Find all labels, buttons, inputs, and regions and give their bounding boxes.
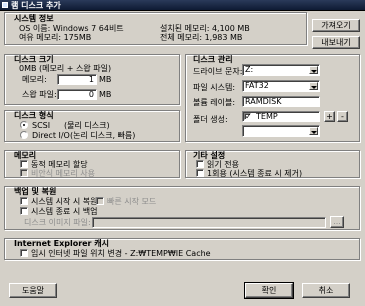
add-folder-button[interactable]: + [324, 111, 335, 122]
backup-on-shutdown-label[interactable]: 시스템 종료 시 백업 [31, 207, 98, 216]
disk-format-title: 디스크 형식 [14, 111, 54, 120]
minus-icon: - [341, 111, 344, 121]
memory-size-label: 메모리: [22, 75, 47, 84]
direct-io-description: (논리 디스크, 빠름) [70, 131, 136, 140]
dynamic-memory-label[interactable]: 동적 메모리 할당 [31, 160, 88, 169]
image-file-input [92, 217, 326, 228]
memory-size-input[interactable]: 1 [57, 74, 97, 85]
chevron-down-icon[interactable] [309, 66, 318, 74]
paged-memory-checkbox[interactable] [20, 169, 28, 177]
file-system-value: FAT32 [245, 81, 269, 90]
window-title: 램 디스크 추가 [11, 1, 61, 10]
direct-io-label[interactable]: Direct I/O [32, 131, 70, 140]
disk-management-title: 디스크 관리 [193, 55, 233, 64]
direct-io-radio[interactable] [20, 131, 28, 139]
file-system-label: 파일 시스템: [193, 83, 236, 92]
restore-on-start-label[interactable]: 시스템 시작 시 복원 [31, 197, 98, 206]
folder-select[interactable] [242, 125, 320, 137]
remove-folder-button[interactable]: - [337, 111, 348, 122]
scsi-description: (물리 디스크) [64, 121, 110, 130]
read-only-label[interactable]: 읽기 전용 [207, 160, 239, 169]
cancel-button[interactable]: 취소 [302, 283, 350, 298]
import-button[interactable]: 가져오기 [312, 19, 360, 32]
scsi-radio[interactable] [20, 121, 28, 129]
volume-label-label: 볼륨 레이블: [193, 98, 236, 107]
dynamic-memory-checkbox[interactable] [20, 160, 28, 168]
swap-size-unit: MB [99, 90, 112, 99]
chevron-down-icon[interactable] [309, 127, 318, 135]
restore-on-start-checkbox[interactable] [20, 197, 28, 205]
chevron-down-icon[interactable] [309, 82, 318, 90]
app-icon [2, 2, 8, 8]
swap-size-label: 스왑 파일: [22, 90, 57, 99]
plus-icon: + [326, 111, 333, 121]
radio-selected-dot [23, 124, 25, 126]
move-ie-cache-checkbox[interactable] [20, 249, 28, 257]
backup-title: 백업 및 복원 [14, 187, 57, 196]
move-ie-cache-label[interactable]: 임시 인터넷 파일 위치 변경 - Z:₩TEMP₩IE Cache [31, 249, 211, 258]
folder-list[interactable]: ✓ TEMP [242, 111, 320, 122]
read-only-checkbox[interactable] [196, 160, 204, 168]
help-button[interactable]: 도움말 [9, 283, 57, 298]
scsi-label[interactable]: SCSI [32, 121, 50, 130]
checkmark-icon: ✓ [245, 112, 252, 121]
export-button[interactable]: 내보내기 [312, 36, 360, 49]
free-memory: 여유 메모리: 175MB [19, 33, 92, 42]
paged-memory-label: 비안식 메모리 사용 [31, 169, 95, 178]
image-file-label: 디스크 이미지 파일: [24, 218, 91, 227]
ok-button[interactable]: 확인 [244, 282, 294, 299]
file-system-select[interactable]: FAT32 [242, 80, 320, 92]
disk-size-summary: 0MB (메모리 + 스왑 파일) [19, 64, 112, 73]
folder-temp-checkbox[interactable]: ✓ [244, 112, 252, 121]
os-name: OS 이름: Windows 7 64비트 [19, 24, 124, 33]
total-memory: 전체 메모리: 1,983 MB [160, 33, 243, 42]
folder-temp-label: TEMP [256, 112, 278, 121]
backup-on-shutdown-checkbox[interactable] [20, 207, 28, 215]
installed-memory: 설치된 메모리: 4,100 MB [160, 24, 250, 33]
quick-start-checkbox[interactable] [96, 197, 104, 205]
system-info-title: 시스템 정보 [14, 14, 54, 23]
one-time-label[interactable]: 1회용 (시스템 종료 시 제거) [207, 169, 302, 178]
title-bar: 램 디스크 추가 [0, 0, 365, 11]
ie-cache-title: Internet Explorer 캐시 [14, 239, 110, 248]
volume-label-input[interactable]: RAMDISK [242, 96, 320, 107]
swap-size-input[interactable]: 0 [57, 89, 97, 100]
drive-letter-value: Z: [245, 65, 254, 74]
browse-button[interactable]: ... [330, 216, 344, 228]
memory-size-unit: MB [99, 75, 112, 84]
one-time-checkbox[interactable] [196, 169, 204, 177]
drive-letter-label: 드라이브 문자: [193, 67, 243, 76]
create-folder-label: 폴더 생성: [193, 115, 228, 124]
drive-letter-select[interactable]: Z: [242, 64, 320, 76]
quick-start-label: 빠른 시작 모드 [107, 197, 157, 206]
